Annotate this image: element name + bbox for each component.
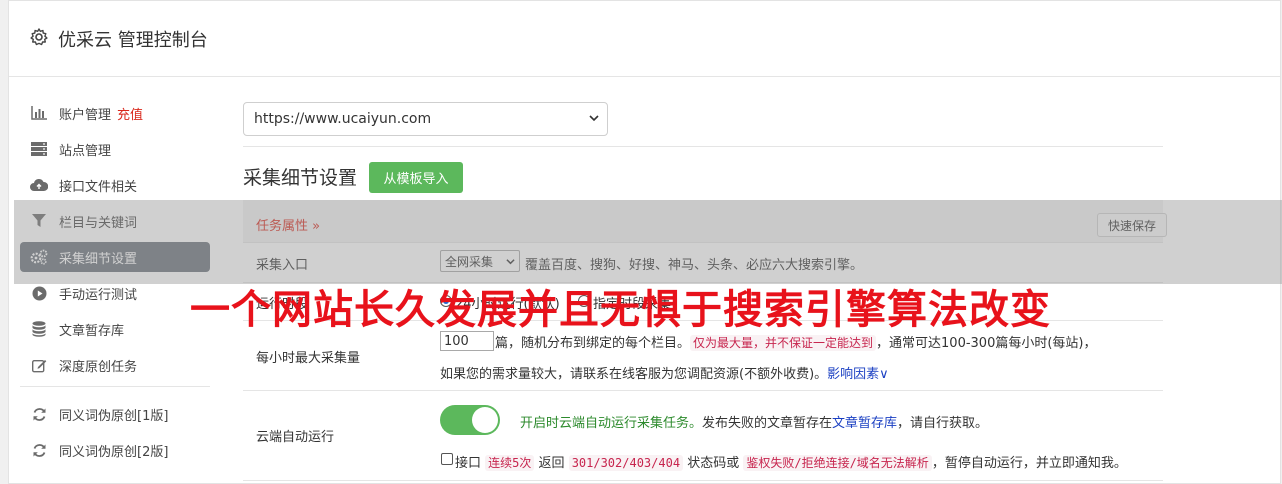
- sidebar-item-label: 接口文件相关: [59, 179, 138, 195]
- refresh-icon: [30, 406, 48, 422]
- import-template-button[interactable]: 从模板导入: [369, 162, 463, 193]
- sidebar-item-label: 账户管理: [59, 107, 112, 123]
- gear-icon: [30, 28, 48, 46]
- max-per-hour-text-line2: 如果您的需求量较大，请联系在线客服为您调配资源(不额外收费)。影响因素∨: [440, 363, 889, 382]
- sidebar-item-account[interactable]: 账户管理 充值: [20, 98, 210, 128]
- cloud-run-green-text: 开启时云端自动运行采集任务。: [520, 416, 703, 431]
- max-note-code: 仅为最大量，并不保证一定能达到: [690, 335, 877, 351]
- cb-text-4: ，暂停自动运行，并立即通知我。: [931, 456, 1127, 471]
- cloud-run-label: 云端自动运行: [256, 430, 335, 445]
- cloud-upload-icon: [30, 177, 48, 193]
- sidebar-item-synonym-v1[interactable]: 同义词伪原创[1版]: [20, 399, 210, 429]
- cb-code-2: 301/302/403/404: [568, 455, 684, 471]
- sidebar-item-label: 深度原创任务: [59, 359, 138, 375]
- sidebar-item-label: 同义词伪原创[2版]: [59, 444, 169, 460]
- max-text-3: 如果您的需求量较大，请联系在线客服为您调配资源(不额外收费)。: [440, 367, 828, 382]
- bar-chart-icon: [30, 105, 48, 121]
- cloud-run-text-1: 发布失败的文章暂存在: [702, 416, 833, 431]
- cloud-run-text-2: ，请自行获取。: [897, 416, 989, 431]
- overlay-band: [14, 200, 1282, 284]
- max-per-hour-value: 100: [444, 333, 469, 349]
- double-chevron-down-icon: ∨: [879, 367, 889, 382]
- recharge-link[interactable]: 充值: [117, 104, 143, 123]
- sidebar-item-synonym-v2[interactable]: 同义词伪原创[2版]: [20, 435, 210, 465]
- pause-on-error-checkbox[interactable]: [441, 453, 453, 465]
- max-text-1: 篇，随机分布到绑定的每个栏目。: [495, 336, 691, 351]
- play-circle-icon: [30, 285, 48, 301]
- article-storage-link[interactable]: 文章暂存库: [832, 416, 897, 431]
- refresh-icon: [30, 442, 48, 458]
- sidebar-item-sites[interactable]: 站点管理: [20, 134, 210, 164]
- sidebar-item-article-storage[interactable]: 文章暂存库: [20, 314, 210, 344]
- chevron-down-icon: [589, 115, 599, 122]
- server-icon: [30, 141, 48, 157]
- database-icon: [30, 321, 48, 337]
- sidebar-divider: [20, 386, 210, 387]
- sidebar-item-label: 站点管理: [59, 143, 112, 159]
- impact-factors-link[interactable]: 影响因素: [827, 367, 879, 382]
- site-select[interactable]: https://www.ucaiyun.com: [243, 102, 608, 136]
- sidebar-item-deep-original[interactable]: 深度原创任务: [20, 350, 210, 380]
- cloud-run-toggle[interactable]: [440, 405, 500, 435]
- cb-code-3: 鉴权失败/拒绝连接/域名无法解析: [743, 455, 932, 471]
- max-text-2: ，通常可达100-300篇每小时(每站)，: [876, 336, 1097, 351]
- cb-code-1: 连续5次: [485, 455, 535, 471]
- app-title: 优采云 管理控制台: [58, 30, 208, 51]
- section-title: 采集细节设置: [243, 167, 358, 189]
- cb-text-1: 接口: [455, 456, 482, 471]
- sidebar: 账户管理 充值 站点管理 接口文件相关 栏目与关键词 采集细节设置 手动运行测试: [20, 98, 210, 471]
- pause-on-error-text: 接口 连续5次 返回 301/302/403/404 状态码或 鉴权失败/拒绝连…: [455, 452, 1127, 471]
- cloud-run-desc: 开启时云端自动运行采集任务。发布失败的文章暂存在文章暂存库，请自行获取。: [520, 412, 988, 431]
- toggle-knob: [472, 407, 498, 433]
- max-per-hour-label: 每小时最大采集量: [256, 351, 361, 366]
- cb-text-3: 状态码或: [687, 456, 740, 471]
- edit-icon: [30, 357, 48, 373]
- divider: [243, 146, 1163, 147]
- site-select-value: https://www.ucaiyun.com: [254, 111, 432, 127]
- cb-text-2: 返回: [538, 456, 565, 471]
- sidebar-item-label: 同义词伪原创[1版]: [59, 408, 169, 424]
- sidebar-item-label: 手动运行测试: [59, 287, 138, 303]
- sidebar-item-label: 文章暂存库: [59, 323, 125, 339]
- watermark-text: 一个网站长久发展并且无惧于搜索引擎算法改变: [190, 287, 1051, 333]
- sidebar-item-interface-files[interactable]: 接口文件相关: [20, 170, 210, 200]
